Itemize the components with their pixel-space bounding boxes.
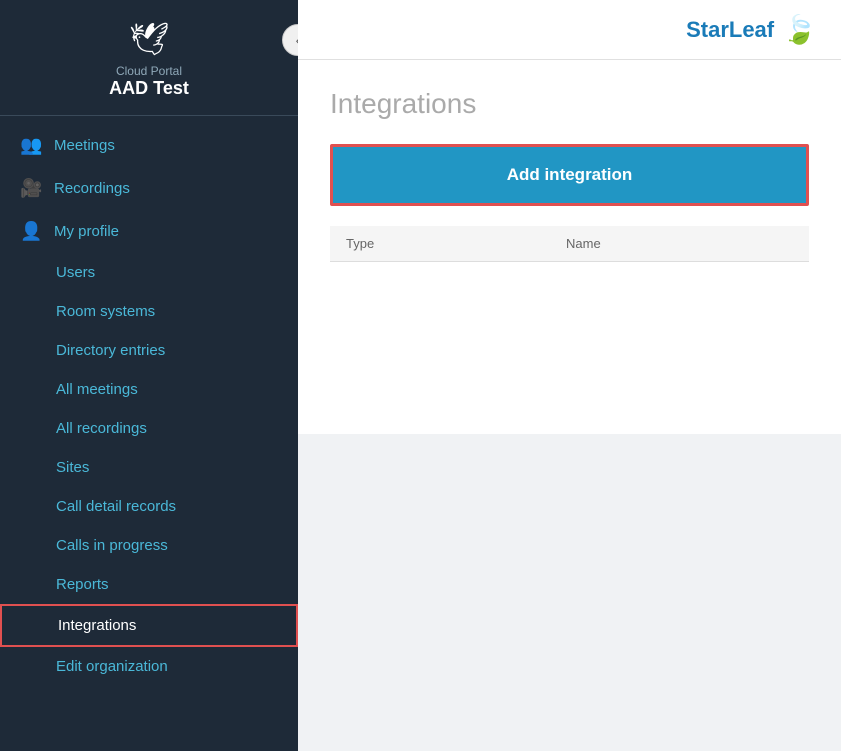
sidebar-item-call-detail-records[interactable]: Call detail records — [0, 487, 298, 526]
add-integration-button[interactable]: Add integration — [330, 144, 809, 206]
integrations-table-header: Type Name — [330, 226, 809, 262]
table-col-type-header: Type — [346, 236, 566, 251]
sidebar-item-edit-organization[interactable]: Edit organization — [0, 647, 298, 686]
integrations-table-body — [330, 262, 809, 322]
main-content: StarLeaf 🍃 Integrations Add integration … — [298, 0, 841, 751]
sidebar-item-meetings[interactable]: 👥 Meetings — [0, 124, 298, 167]
sidebar-item-directory-entries[interactable]: Directory entries — [0, 331, 298, 370]
sidebar-item-all-recordings[interactable]: All recordings — [0, 409, 298, 448]
starleaf-brand: StarLeaf 🍃 — [686, 13, 817, 46]
sidebar-item-recordings[interactable]: 🎥 Recordings — [0, 167, 298, 210]
sidebar-item-sites[interactable]: Sites — [0, 448, 298, 487]
starleaf-leaf-icon: 🍃 — [782, 13, 817, 46]
starleaf-bird-icon: 🕊 — [129, 20, 170, 58]
my-profile-icon: 👤 — [20, 221, 42, 242]
table-col-name-header: Name — [566, 236, 793, 251]
sidebar-item-room-systems[interactable]: Room systems — [0, 292, 298, 331]
sidebar-item-users[interactable]: Users — [0, 253, 298, 292]
recordings-icon: 🎥 — [20, 178, 42, 199]
sidebar-item-reports[interactable]: Reports — [0, 565, 298, 604]
sidebar-item-calls-in-progress[interactable]: Calls in progress — [0, 526, 298, 565]
cloud-portal-label: Cloud Portal — [116, 64, 182, 78]
content-lower — [298, 434, 841, 751]
sidebar-item-my-profile[interactable]: 👤 My profile — [0, 210, 298, 253]
starleaf-brand-name: StarLeaf — [686, 17, 774, 43]
top-bar: StarLeaf 🍃 — [298, 0, 841, 60]
page-title: Integrations — [330, 88, 809, 120]
sidebar: 🕊 Cloud Portal AAD Test 👥 Meetings 🎥 Rec… — [0, 0, 298, 751]
sidebar-item-integrations[interactable]: Integrations — [0, 604, 298, 647]
content-area: Integrations Add integration Type Name — [298, 60, 841, 434]
sidebar-nav: 👥 Meetings 🎥 Recordings 👤 My profile Use… — [0, 116, 298, 751]
org-name: AAD Test — [109, 78, 189, 99]
sidebar-item-all-meetings[interactable]: All meetings — [0, 370, 298, 409]
meetings-icon: 👥 — [20, 135, 42, 156]
sidebar-header: 🕊 Cloud Portal AAD Test — [0, 0, 298, 116]
